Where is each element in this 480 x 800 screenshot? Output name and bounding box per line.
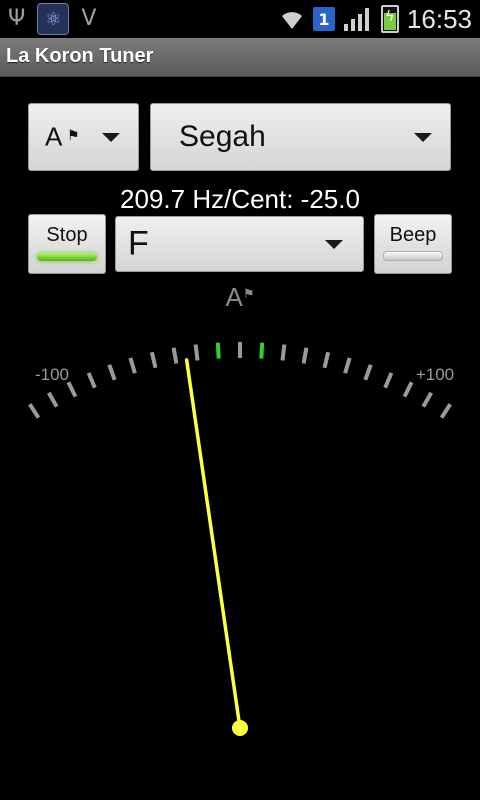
meter-tick — [402, 381, 414, 398]
meter-tick — [193, 344, 200, 361]
meter-tick — [363, 364, 373, 381]
note-name-select-value: A — [45, 121, 63, 152]
battery-icon: ϟ — [380, 5, 399, 33]
meter-tick — [439, 403, 452, 419]
beep-indicator — [383, 251, 443, 261]
meter-ticks — [28, 342, 452, 419]
app-icon: ⚛ — [37, 3, 70, 35]
tuning-select-value: Segah — [179, 120, 266, 153]
meter-tick — [343, 357, 352, 374]
chevron-down-icon — [414, 133, 432, 142]
meter-tick — [107, 364, 117, 381]
meter-tick — [171, 347, 179, 364]
stop-indicator — [37, 253, 97, 261]
signal-icon — [343, 8, 369, 31]
status-right: 1 ϟ 16:53 — [279, 0, 472, 38]
wifi-icon — [281, 12, 302, 29]
note-name-select[interactable]: A ⚑ — [28, 103, 139, 171]
usb-icon: Ψ — [8, 6, 26, 31]
meter-needle — [184, 358, 242, 730]
meter-tick — [66, 381, 78, 398]
chevron-down-icon — [102, 133, 120, 142]
status-left: Ψ ⚛ V — [8, 0, 96, 38]
status-bar: Ψ ⚛ V 1 ϟ 16:53 — [0, 0, 480, 38]
stop-button[interactable]: Stop — [28, 214, 106, 274]
meter-tick — [421, 391, 433, 408]
meter-tick — [280, 344, 287, 361]
meter-tick — [47, 391, 59, 408]
meter-pivot — [232, 720, 248, 736]
app-title: La Koron Tuner — [6, 45, 154, 67]
meter-tick — [259, 342, 265, 359]
title-bar: La Koron Tuner — [0, 38, 480, 77]
meter-tick — [383, 372, 394, 389]
meter-tick — [322, 351, 331, 369]
stop-button-label: Stop — [46, 224, 88, 246]
clock: 16:53 — [406, 3, 472, 34]
meter-tick — [28, 403, 41, 419]
frequency-readout: 209.7 Hz/Cent: -25.0 — [120, 184, 360, 214]
key-select-value: F — [128, 224, 149, 263]
beep-button-label: Beep — [389, 224, 437, 246]
beep-button[interactable]: Beep — [374, 214, 452, 274]
tuning-meter: -100 +100 — [28, 342, 454, 736]
sim-badge: 1 — [312, 7, 335, 31]
meter-tick — [215, 342, 221, 359]
meter-max-label: +100 — [416, 365, 454, 384]
v-icon: V — [81, 6, 97, 31]
meter-tick — [86, 372, 97, 389]
meter-tick — [149, 351, 158, 369]
chevron-down-icon — [325, 240, 343, 249]
flag-icon: ⚑ — [67, 128, 80, 144]
tuning-select[interactable]: Segah — [150, 103, 451, 171]
key-select[interactable]: F — [115, 216, 364, 272]
meter-tick — [301, 347, 309, 364]
meter-min-label: -100 — [35, 365, 69, 384]
meter-tick — [128, 357, 137, 374]
